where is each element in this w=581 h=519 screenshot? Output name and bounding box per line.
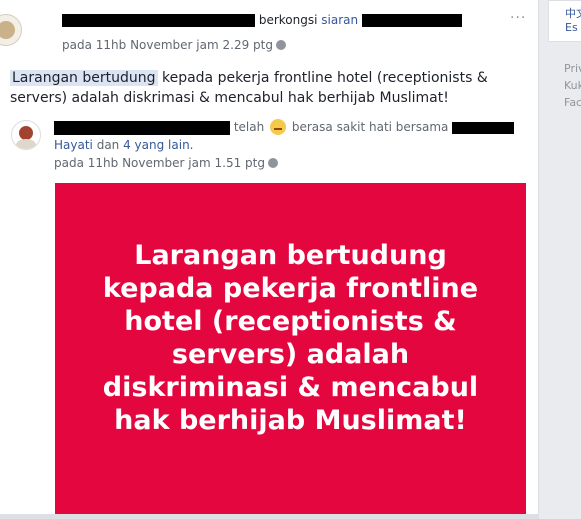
redacted-tagged-person[interactable] xyxy=(452,121,515,134)
shared-post-header: telah berasa sakit hati bersama xyxy=(54,118,515,136)
footer-link-privacy[interactable]: Priv xyxy=(564,62,581,75)
redacted-author[interactable] xyxy=(62,14,255,27)
shared-author-avatar[interactable] xyxy=(11,120,41,150)
post-header: berkongsi siaran xyxy=(62,12,462,28)
globe-icon xyxy=(275,40,286,50)
footer-link-cookies[interactable]: Kuk xyxy=(564,79,581,92)
tagged-others-link[interactable]: 4 yang lain. xyxy=(123,138,193,152)
tagged-people: Hayati dan 4 yang lain. xyxy=(54,138,194,152)
shared-post-link[interactable]: siaran xyxy=(321,13,358,27)
redacted-source[interactable] xyxy=(361,14,462,27)
redacted-shared-author[interactable] xyxy=(54,120,230,135)
angry-face-icon xyxy=(270,119,287,135)
page-avatar[interactable] xyxy=(0,14,22,46)
language-box: 中文 Es xyxy=(548,0,581,42)
horizontal-scrollbar[interactable] xyxy=(0,514,538,519)
right-sidebar: 中文 Es Priv Kuk Fac xyxy=(548,0,581,519)
poster-text: Larangan bertudung kepada pekerja frontl… xyxy=(102,240,479,436)
globe-icon xyxy=(267,158,278,168)
footer-link-facebook[interactable]: Fac xyxy=(564,96,581,109)
post-text: Larangan bertudung kepada pekerja frontl… xyxy=(10,70,488,106)
post-card: berkongsi siaran ··· pada 11hb November … xyxy=(0,0,539,519)
tagged-first-link[interactable]: Hayati xyxy=(54,138,93,152)
post-timestamp[interactable]: pada 11hb November jam 2.29 ptg xyxy=(62,38,286,52)
shared-timestamp[interactable]: pada 11hb November jam 1.51 ptg xyxy=(54,156,278,170)
language-link-es[interactable]: Es xyxy=(565,21,578,34)
more-options-icon[interactable]: ··· xyxy=(510,10,526,26)
shared-verb: berkongsi xyxy=(258,13,318,27)
highlighted-text: Larangan bertudung xyxy=(10,70,158,86)
language-link-chinese[interactable]: 中文 xyxy=(565,5,581,21)
post-image[interactable]: Larangan bertudung kepada pekerja frontl… xyxy=(55,183,526,519)
